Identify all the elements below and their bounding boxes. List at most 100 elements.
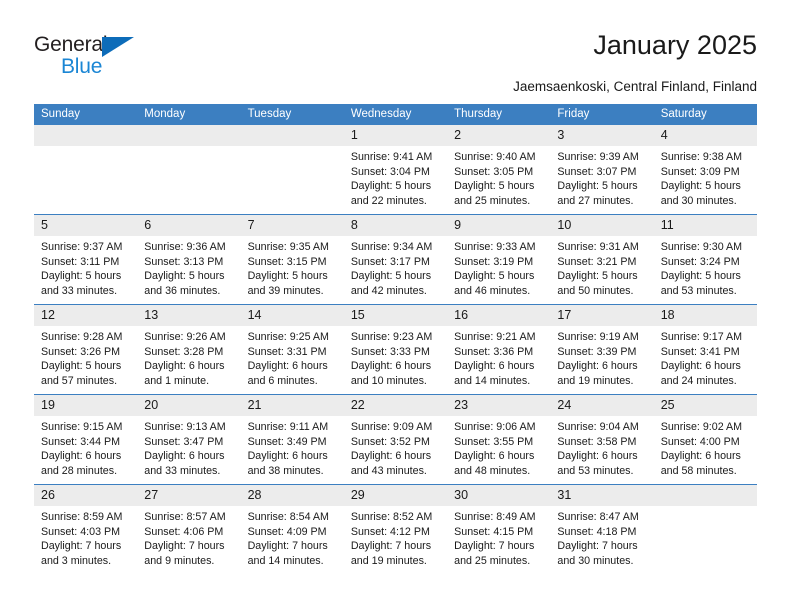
- sunset-text: Sunset: 3:11 PM: [41, 255, 120, 268]
- day-cell[interactable]: 24 Sunrise: 9:04 AM Sunset: 3:58 PM Dayl…: [550, 395, 654, 484]
- day-number: 9: [454, 218, 462, 232]
- day-cell[interactable]: 31 Sunrise: 8:47 AM Sunset: 4:18 PM Dayl…: [550, 485, 654, 574]
- day-details: Sunrise: 8:54 AM Sunset: 4:09 PM Dayligh…: [248, 510, 340, 568]
- day-cell[interactable]: 1 Sunrise: 9:41 AM Sunset: 3:04 PM Dayli…: [343, 125, 448, 214]
- day-cell[interactable]: [240, 125, 344, 214]
- day-details: Sunrise: 9:11 AM Sunset: 3:49 PM Dayligh…: [248, 420, 340, 478]
- day-number: 15: [350, 308, 365, 322]
- sunrise-text: Sunrise: 9:36 AM: [144, 241, 226, 253]
- day-cell[interactable]: 27 Sunrise: 8:57 AM Sunset: 4:06 PM Dayl…: [137, 485, 241, 574]
- day-details: Sunrise: 9:26 AM Sunset: 3:28 PM Dayligh…: [144, 330, 236, 388]
- daylight-text-line1: Daylight: 5 hours: [144, 270, 225, 283]
- daylight-text-line2: and 3 minutes.: [41, 554, 112, 567]
- week-row: 26 Sunrise: 8:59 AM Sunset: 4:03 PM Dayl…: [34, 484, 757, 574]
- day-details: Sunrise: 8:47 AM Sunset: 4:18 PM Dayligh…: [557, 510, 649, 568]
- day-details: Sunrise: 9:04 AM Sunset: 3:58 PM Dayligh…: [557, 420, 649, 478]
- day-number-band: [34, 215, 138, 236]
- daylight-text-line1: Daylight: 5 hours: [41, 360, 122, 373]
- day-cell[interactable]: 8 Sunrise: 9:34 AM Sunset: 3:17 PM Dayli…: [343, 215, 448, 304]
- daylight-text-line1: Daylight: 5 hours: [247, 270, 328, 283]
- week-row: 5 Sunrise: 9:37 AM Sunset: 3:11 PM Dayli…: [34, 214, 757, 304]
- sunrise-text: Sunrise: 9:28 AM: [41, 331, 123, 343]
- logo-triangle-icon: [102, 37, 134, 57]
- day-cell[interactable]: 17 Sunrise: 9:19 AM Sunset: 3:39 PM Dayl…: [550, 305, 654, 394]
- day-cell[interactable]: 2 Sunrise: 9:40 AM Sunset: 3:05 PM Dayli…: [447, 125, 551, 214]
- daylight-text-line1: Daylight: 6 hours: [41, 450, 122, 463]
- page-header: General Blue January 2025 Jaemsaenkoski,…: [0, 0, 792, 100]
- daylight-text-line1: Daylight: 6 hours: [144, 360, 225, 373]
- daylight-text-line2: and 22 minutes.: [350, 194, 427, 207]
- daylight-text-line1: Daylight: 6 hours: [454, 450, 535, 463]
- daylight-text-line2: and 25 minutes.: [454, 194, 531, 207]
- daylight-text-line1: Daylight: 5 hours: [454, 180, 535, 193]
- sunrise-text: Sunrise: 8:47 AM: [557, 511, 639, 523]
- daylight-text-line1: Daylight: 5 hours: [557, 180, 638, 193]
- sunrise-text: Sunrise: 9:30 AM: [660, 241, 743, 253]
- day-number: 7: [247, 218, 255, 232]
- sunset-text: Sunset: 3:39 PM: [557, 345, 637, 358]
- day-cell[interactable]: 30 Sunrise: 8:49 AM Sunset: 4:15 PM Dayl…: [447, 485, 551, 574]
- daylight-text-line2: and 25 minutes.: [454, 554, 531, 567]
- day-cell[interactable]: 26 Sunrise: 8:59 AM Sunset: 4:03 PM Dayl…: [34, 485, 138, 574]
- day-details: Sunrise: 8:49 AM Sunset: 4:15 PM Dayligh…: [454, 510, 546, 568]
- day-cell[interactable]: [137, 125, 241, 214]
- sunset-text: Sunset: 3:04 PM: [350, 165, 430, 178]
- daylight-text-line2: and 48 minutes.: [454, 464, 531, 477]
- day-cell[interactable]: 15 Sunrise: 9:23 AM Sunset: 3:33 PM Dayl…: [343, 305, 448, 394]
- day-cell[interactable]: 23 Sunrise: 9:06 AM Sunset: 3:55 PM Dayl…: [447, 395, 551, 484]
- day-cell[interactable]: 10 Sunrise: 9:31 AM Sunset: 3:21 PM Dayl…: [550, 215, 654, 304]
- day-cell[interactable]: 28 Sunrise: 8:54 AM Sunset: 4:09 PM Dayl…: [240, 485, 344, 574]
- day-cell[interactable]: [34, 125, 138, 214]
- daylight-text-line2: and 30 minutes.: [557, 554, 634, 567]
- day-details: Sunrise: 8:52 AM Sunset: 4:12 PM Dayligh…: [351, 510, 443, 568]
- daylight-text-line1: Daylight: 6 hours: [350, 360, 432, 373]
- day-cell[interactable]: 14 Sunrise: 9:25 AM Sunset: 3:31 PM Dayl…: [240, 305, 344, 394]
- day-number: 25: [660, 398, 675, 412]
- sunset-text: Sunset: 3:21 PM: [557, 255, 637, 268]
- day-details: Sunrise: 9:38 AM Sunset: 3:09 PM Dayligh…: [661, 150, 753, 208]
- day-number-band: [550, 125, 654, 146]
- day-cell[interactable]: 11 Sunrise: 9:30 AM Sunset: 3:24 PM Dayl…: [653, 215, 757, 304]
- day-details: Sunrise: 9:37 AM Sunset: 3:11 PM Dayligh…: [41, 240, 133, 298]
- daylight-text-line2: and 53 minutes.: [660, 284, 737, 297]
- day-cell[interactable]: 20 Sunrise: 9:13 AM Sunset: 3:47 PM Dayl…: [137, 395, 241, 484]
- day-details: Sunrise: 9:39 AM Sunset: 3:07 PM Dayligh…: [557, 150, 649, 208]
- daylight-text-line2: and 36 minutes.: [144, 284, 221, 297]
- day-cell[interactable]: 18 Sunrise: 9:17 AM Sunset: 3:41 PM Dayl…: [653, 305, 757, 394]
- day-cell[interactable]: 19 Sunrise: 9:15 AM Sunset: 3:44 PM Dayl…: [34, 395, 138, 484]
- day-cell[interactable]: 6 Sunrise: 9:36 AM Sunset: 3:13 PM Dayli…: [137, 215, 241, 304]
- day-cell[interactable]: 29 Sunrise: 8:52 AM Sunset: 4:12 PM Dayl…: [343, 485, 448, 574]
- day-number-band: [653, 485, 757, 506]
- day-cell[interactable]: 16 Sunrise: 9:21 AM Sunset: 3:36 PM Dayl…: [447, 305, 551, 394]
- page-subtitle-location: Jaemsaenkoski, Central Finland, Finland: [513, 79, 757, 94]
- day-cell[interactable]: 9 Sunrise: 9:33 AM Sunset: 3:19 PM Dayli…: [447, 215, 551, 304]
- day-cell[interactable]: 13 Sunrise: 9:26 AM Sunset: 3:28 PM Dayl…: [137, 305, 241, 394]
- daylight-text-line1: Daylight: 6 hours: [350, 450, 432, 463]
- day-cell[interactable]: 7 Sunrise: 9:35 AM Sunset: 3:15 PM Dayli…: [240, 215, 344, 304]
- daylight-text-line1: Daylight: 6 hours: [454, 360, 535, 373]
- daylight-text-line2: and 58 minutes.: [660, 464, 737, 477]
- day-cell[interactable]: 4 Sunrise: 9:38 AM Sunset: 3:09 PM Dayli…: [653, 125, 757, 214]
- daylight-text-line1: Daylight: 6 hours: [660, 450, 741, 463]
- sunset-text: Sunset: 4:03 PM: [41, 525, 121, 538]
- daylight-text-line2: and 14 minutes.: [454, 374, 531, 387]
- day-details: Sunrise: 9:02 AM Sunset: 4:00 PM Dayligh…: [661, 420, 753, 478]
- day-cell[interactable]: [653, 485, 757, 574]
- daylight-text-line1: Daylight: 5 hours: [660, 180, 741, 193]
- generalblue-logo[interactable]: General Blue: [34, 33, 154, 81]
- day-cell[interactable]: 5 Sunrise: 9:37 AM Sunset: 3:11 PM Dayli…: [34, 215, 138, 304]
- day-cell[interactable]: 25 Sunrise: 9:02 AM Sunset: 4:00 PM Dayl…: [653, 395, 757, 484]
- sunrise-text: Sunrise: 9:41 AM: [350, 151, 433, 163]
- daylight-text-line2: and 1 minute.: [144, 374, 210, 387]
- sunrise-text: Sunrise: 9:04 AM: [557, 421, 639, 433]
- day-number: 12: [41, 308, 55, 322]
- day-cell[interactable]: 12 Sunrise: 9:28 AM Sunset: 3:26 PM Dayl…: [34, 305, 138, 394]
- day-number: 22: [350, 398, 365, 412]
- sunrise-text: Sunrise: 9:34 AM: [350, 241, 433, 253]
- daylight-text-line2: and 42 minutes.: [350, 284, 427, 297]
- day-cell[interactable]: 3 Sunrise: 9:39 AM Sunset: 3:07 PM Dayli…: [550, 125, 654, 214]
- day-details: Sunrise: 9:41 AM Sunset: 3:04 PM Dayligh…: [351, 150, 443, 208]
- sunrise-text: Sunrise: 9:37 AM: [41, 241, 123, 253]
- day-cell[interactable]: 22 Sunrise: 9:09 AM Sunset: 3:52 PM Dayl…: [343, 395, 448, 484]
- day-cell[interactable]: 21 Sunrise: 9:11 AM Sunset: 3:49 PM Dayl…: [240, 395, 344, 484]
